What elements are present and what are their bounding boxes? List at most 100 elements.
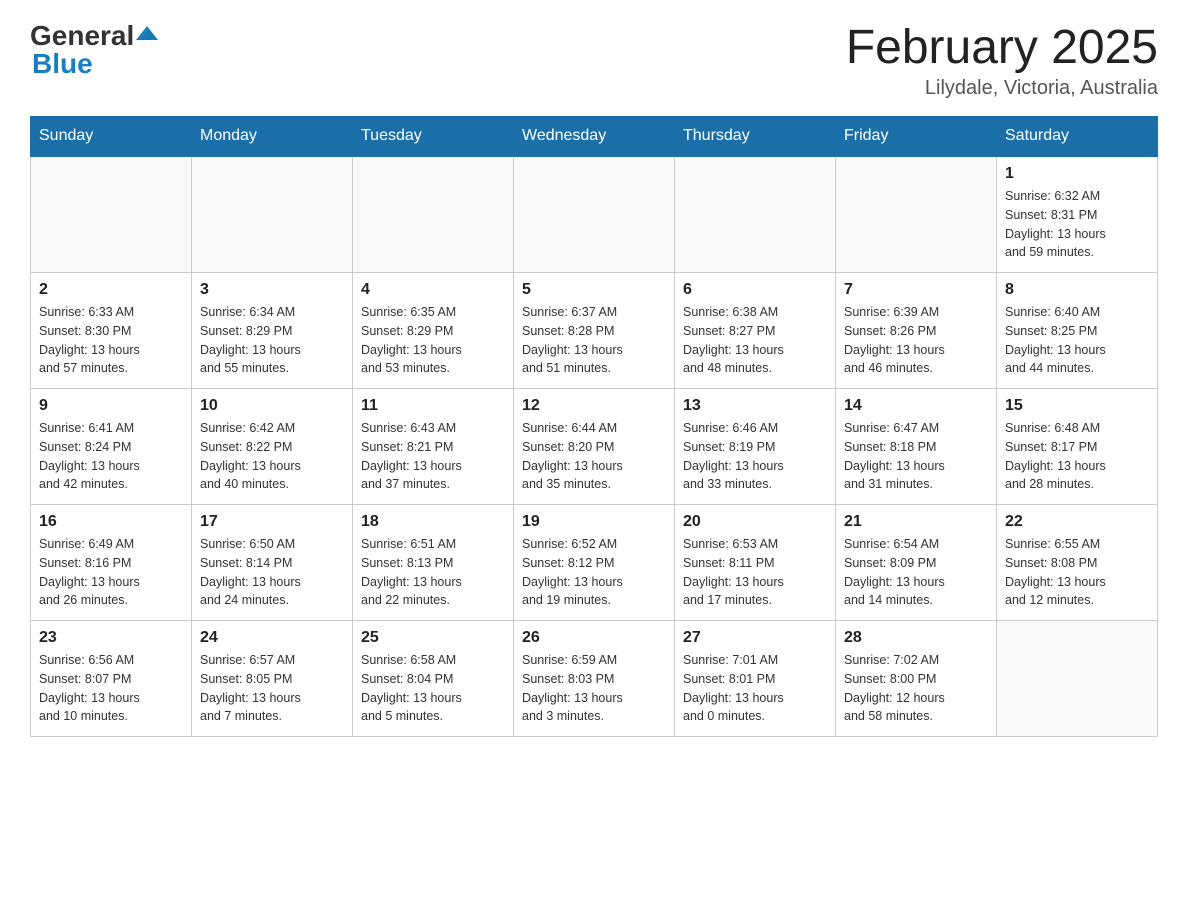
day-info: Sunrise: 7:01 AM Sunset: 8:01 PM Dayligh…	[683, 651, 827, 726]
day-number: 8	[1005, 281, 1149, 299]
calendar-cell: 28 Sunrise: 7:02 AM Sunset: 8:00 PM Dayli…	[836, 621, 997, 737]
day-number: 3	[200, 281, 344, 299]
calendar-cell: 5Sunrise: 6:37 AM Sunset: 8:28 PM Daylig…	[514, 273, 675, 389]
day-info: Sunrise: 6:33 AM Sunset: 8:30 PM Dayligh…	[39, 303, 183, 378]
calendar-week-row: 2 Sunrise: 6:33 AM Sunset: 8:30 PM Daylig…	[31, 273, 1158, 389]
day-info: Sunrise: 6:34 AM Sunset: 8:29 PM Dayligh…	[200, 303, 344, 378]
calendar-cell: 11 Sunrise: 6:43 AM Sunset: 8:21 PM Dayli…	[353, 389, 514, 505]
calendar-cell: 18 Sunrise: 6:51 AM Sunset: 8:13 PM Dayli…	[353, 505, 514, 621]
calendar-cell: 4Sunrise: 6:35 AM Sunset: 8:29 PM Daylig…	[353, 273, 514, 389]
calendar-cell: 16 Sunrise: 6:49 AM Sunset: 8:16 PM Dayli…	[31, 505, 192, 621]
calendar-day-header-tuesday: Tuesday	[353, 117, 514, 157]
calendar-cell: 12 Sunrise: 6:44 AM Sunset: 8:20 PM Dayli…	[514, 389, 675, 505]
day-number: 19	[522, 513, 666, 531]
calendar-cell	[675, 156, 836, 273]
calendar-cell: 13 Sunrise: 6:46 AM Sunset: 8:19 PM Dayli…	[675, 389, 836, 505]
day-number: 14	[844, 397, 988, 415]
calendar-day-header-monday: Monday	[192, 117, 353, 157]
calendar-cell: 23Sunrise: 6:56 AM Sunset: 8:07 PM Dayli…	[31, 621, 192, 737]
calendar-cell: 15 Sunrise: 6:48 AM Sunset: 8:17 PM Dayli…	[997, 389, 1158, 505]
day-info: Sunrise: 6:37 AM Sunset: 8:28 PM Dayligh…	[522, 303, 666, 378]
day-info: Sunrise: 6:57 AM Sunset: 8:05 PM Dayligh…	[200, 651, 344, 726]
day-number: 9	[39, 397, 183, 415]
logo: General Blue	[30, 20, 158, 80]
day-info: Sunrise: 6:58 AM Sunset: 8:04 PM Dayligh…	[361, 651, 505, 726]
day-number: 10	[200, 397, 344, 415]
location-title: Lilydale, Victoria, Australia	[846, 77, 1158, 100]
day-number: 15	[1005, 397, 1149, 415]
calendar-day-header-wednesday: Wednesday	[514, 117, 675, 157]
calendar-cell: 9 Sunrise: 6:41 AM Sunset: 8:24 PM Daylig…	[31, 389, 192, 505]
calendar-cell: 3 Sunrise: 6:34 AM Sunset: 8:29 PM Daylig…	[192, 273, 353, 389]
day-number: 11	[361, 397, 505, 415]
calendar-cell: 7 Sunrise: 6:39 AM Sunset: 8:26 PM Daylig…	[836, 273, 997, 389]
calendar-day-header-thursday: Thursday	[675, 117, 836, 157]
calendar-week-row: 9 Sunrise: 6:41 AM Sunset: 8:24 PM Daylig…	[31, 389, 1158, 505]
day-number: 26	[522, 629, 666, 647]
calendar-cell: 1Sunrise: 6:32 AM Sunset: 8:31 PM Daylig…	[997, 156, 1158, 273]
calendar-cell: 2 Sunrise: 6:33 AM Sunset: 8:30 PM Daylig…	[31, 273, 192, 389]
day-info: Sunrise: 6:40 AM Sunset: 8:25 PM Dayligh…	[1005, 303, 1149, 378]
calendar-cell: 26 Sunrise: 6:59 AM Sunset: 8:03 PM Dayli…	[514, 621, 675, 737]
day-info: Sunrise: 6:51 AM Sunset: 8:13 PM Dayligh…	[361, 535, 505, 610]
day-number: 16	[39, 513, 183, 531]
logo-icon	[136, 22, 158, 44]
day-info: Sunrise: 6:59 AM Sunset: 8:03 PM Dayligh…	[522, 651, 666, 726]
calendar-cell: 14 Sunrise: 6:47 AM Sunset: 8:18 PM Dayli…	[836, 389, 997, 505]
day-info: Sunrise: 6:47 AM Sunset: 8:18 PM Dayligh…	[844, 419, 988, 494]
calendar-day-header-sunday: Sunday	[31, 117, 192, 157]
calendar-cell: 21 Sunrise: 6:54 AM Sunset: 8:09 PM Dayli…	[836, 505, 997, 621]
day-number: 13	[683, 397, 827, 415]
day-info: Sunrise: 6:44 AM Sunset: 8:20 PM Dayligh…	[522, 419, 666, 494]
logo-text-blue: Blue	[32, 48, 93, 80]
calendar-cell	[192, 156, 353, 273]
day-info: Sunrise: 6:56 AM Sunset: 8:07 PM Dayligh…	[39, 651, 183, 726]
calendar-cell: 10 Sunrise: 6:42 AM Sunset: 8:22 PM Dayli…	[192, 389, 353, 505]
day-info: Sunrise: 7:02 AM Sunset: 8:00 PM Dayligh…	[844, 651, 988, 726]
calendar-cell: 27Sunrise: 7:01 AM Sunset: 8:01 PM Dayli…	[675, 621, 836, 737]
day-info: Sunrise: 6:42 AM Sunset: 8:22 PM Dayligh…	[200, 419, 344, 494]
day-info: Sunrise: 6:52 AM Sunset: 8:12 PM Dayligh…	[522, 535, 666, 610]
calendar-day-header-saturday: Saturday	[997, 117, 1158, 157]
calendar-week-row: 23Sunrise: 6:56 AM Sunset: 8:07 PM Dayli…	[31, 621, 1158, 737]
day-number: 20	[683, 513, 827, 531]
calendar-cell: 25 Sunrise: 6:58 AM Sunset: 8:04 PM Dayli…	[353, 621, 514, 737]
day-number: 28	[844, 629, 988, 647]
day-number: 22	[1005, 513, 1149, 531]
calendar-cell	[514, 156, 675, 273]
day-info: Sunrise: 6:43 AM Sunset: 8:21 PM Dayligh…	[361, 419, 505, 494]
day-info: Sunrise: 6:39 AM Sunset: 8:26 PM Dayligh…	[844, 303, 988, 378]
day-number: 21	[844, 513, 988, 531]
day-info: Sunrise: 6:55 AM Sunset: 8:08 PM Dayligh…	[1005, 535, 1149, 610]
month-title: February 2025	[846, 20, 1158, 75]
title-area: February 2025 Lilydale, Victoria, Austra…	[846, 20, 1158, 100]
calendar-cell	[353, 156, 514, 273]
day-number: 12	[522, 397, 666, 415]
day-info: Sunrise: 6:35 AM Sunset: 8:29 PM Dayligh…	[361, 303, 505, 378]
day-info: Sunrise: 6:49 AM Sunset: 8:16 PM Dayligh…	[39, 535, 183, 610]
calendar-cell: 20 Sunrise: 6:53 AM Sunset: 8:11 PM Dayli…	[675, 505, 836, 621]
day-info: Sunrise: 6:53 AM Sunset: 8:11 PM Dayligh…	[683, 535, 827, 610]
day-info: Sunrise: 6:48 AM Sunset: 8:17 PM Dayligh…	[1005, 419, 1149, 494]
calendar-cell: 17Sunrise: 6:50 AM Sunset: 8:14 PM Dayli…	[192, 505, 353, 621]
day-number: 25	[361, 629, 505, 647]
calendar-header-row: SundayMondayTuesdayWednesdayThursdayFrid…	[31, 117, 1158, 157]
day-number: 24	[200, 629, 344, 647]
day-number: 7	[844, 281, 988, 299]
day-info: Sunrise: 6:32 AM Sunset: 8:31 PM Dayligh…	[1005, 187, 1149, 262]
day-info: Sunrise: 6:46 AM Sunset: 8:19 PM Dayligh…	[683, 419, 827, 494]
day-info: Sunrise: 6:41 AM Sunset: 8:24 PM Dayligh…	[39, 419, 183, 494]
calendar-cell: 22 Sunrise: 6:55 AM Sunset: 8:08 PM Dayli…	[997, 505, 1158, 621]
day-number: 6	[683, 281, 827, 299]
day-info: Sunrise: 6:54 AM Sunset: 8:09 PM Dayligh…	[844, 535, 988, 610]
calendar-cell: 8 Sunrise: 6:40 AM Sunset: 8:25 PM Daylig…	[997, 273, 1158, 389]
page-header: General Blue February 2025 Lilydale, Vic…	[30, 20, 1158, 100]
calendar-cell: 19 Sunrise: 6:52 AM Sunset: 8:12 PM Dayli…	[514, 505, 675, 621]
day-number: 18	[361, 513, 505, 531]
day-info: Sunrise: 6:38 AM Sunset: 8:27 PM Dayligh…	[683, 303, 827, 378]
calendar-week-row: 16 Sunrise: 6:49 AM Sunset: 8:16 PM Dayli…	[31, 505, 1158, 621]
day-number: 2	[39, 281, 183, 299]
calendar-cell: 6 Sunrise: 6:38 AM Sunset: 8:27 PM Daylig…	[675, 273, 836, 389]
day-info: Sunrise: 6:50 AM Sunset: 8:14 PM Dayligh…	[200, 535, 344, 610]
calendar-cell	[997, 621, 1158, 737]
